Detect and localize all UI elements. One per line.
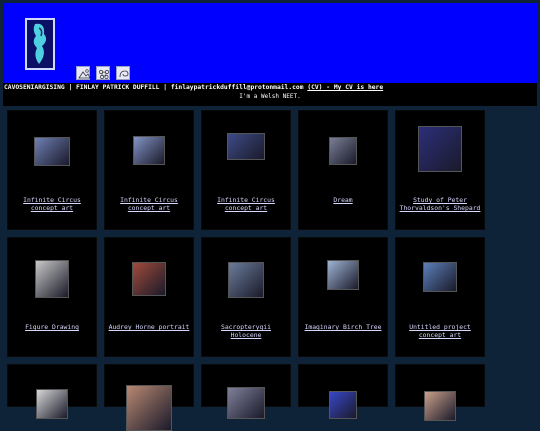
gallery-card[interactable]: Infinite Circus concept art <box>201 110 291 230</box>
author-name: FINLAY PATRICK DUFFILL <box>76 84 160 91</box>
artwork-thumbnail[interactable] <box>329 137 357 165</box>
gallery-card[interactable]: Untitled project concept art <box>395 237 485 357</box>
tagline: I'm a Welsh NEET. <box>239 93 301 100</box>
flower-icon[interactable] <box>96 66 110 80</box>
gallery-card[interactable] <box>201 364 291 419</box>
artwork-caption-link[interactable]: Audrey Horne portrait <box>107 323 191 331</box>
gallery-card[interactable]: Figure Drawing <box>7 237 97 357</box>
email-text: finlaypatrickduffill@protonmail.com <box>170 84 304 91</box>
artwork-caption-link[interactable]: Figure Drawing <box>10 323 94 331</box>
artwork-thumbnail[interactable] <box>228 262 264 298</box>
artwork-thumbnail[interactable] <box>329 391 357 419</box>
artwork-thumbnail[interactable] <box>327 260 359 290</box>
artwork-thumbnail[interactable] <box>227 133 265 160</box>
gallery-card[interactable]: Imaginary Birch Tree <box>298 237 388 357</box>
gallery-card[interactable]: Infinite Circus concept art <box>7 110 97 230</box>
contact-line: CAVOSENIARGISING | FINLAY PATRICK DUFFIL… <box>4 84 384 91</box>
gallery-card[interactable]: Infinite Circus concept art <box>104 110 194 230</box>
artwork-thumbnail[interactable] <box>418 126 462 172</box>
artwork-thumbnail[interactable] <box>126 385 172 431</box>
gallery-card[interactable]: Audrey Horne portrait <box>104 237 194 357</box>
artwork-caption-link[interactable]: Imaginary Birch Tree <box>301 323 385 331</box>
gallery-card[interactable] <box>7 364 97 419</box>
info-bar: CAVOSENIARGISING | FINLAY PATRICK DUFFIL… <box>3 83 537 106</box>
artwork-caption-link[interactable]: Infinite Circus concept art <box>204 196 288 212</box>
site-header <box>3 3 537 83</box>
artwork-thumbnail[interactable] <box>132 262 166 296</box>
artwork-thumbnail[interactable] <box>133 136 165 165</box>
artwork-thumbnail[interactable] <box>35 260 69 298</box>
cv-link[interactable]: (CV) - My CV is here <box>307 84 383 91</box>
gallery-card[interactable]: Sacropterygii Holocene <box>201 237 291 357</box>
site-name: CAVOSENIARGISING <box>4 84 65 91</box>
artwork-caption-link[interactable]: Infinite Circus concept art <box>107 196 191 212</box>
artwork-caption-link[interactable]: Infinite Circus concept art <box>10 196 94 212</box>
gallery-card[interactable] <box>104 364 194 431</box>
artwork-thumbnail[interactable] <box>36 389 68 419</box>
swirl-icon[interactable] <box>116 66 130 80</box>
gallery-card[interactable]: Study of Peter Thorvaldson's Shepard <box>395 110 485 230</box>
artwork-thumbnail[interactable] <box>227 387 265 419</box>
artwork-caption-link[interactable]: Untitled project concept art <box>398 323 482 339</box>
gallery-card[interactable] <box>298 364 388 419</box>
avatar[interactable] <box>25 18 55 70</box>
artwork-thumbnail[interactable] <box>424 391 456 421</box>
artwork-thumbnail[interactable] <box>34 137 70 166</box>
gallery-card[interactable] <box>395 364 485 421</box>
artwork-caption-link[interactable]: Study of Peter Thorvaldson's Shepard <box>398 196 482 212</box>
artwork-caption-link[interactable]: Dream <box>301 196 385 204</box>
avatar-figure-icon <box>27 20 53 68</box>
landscape-icon[interactable] <box>76 66 91 80</box>
gallery-card[interactable]: Dream <box>298 110 388 230</box>
artwork-caption-link[interactable]: Sacropterygii Holocene <box>204 323 288 339</box>
artwork-thumbnail[interactable] <box>423 262 457 292</box>
